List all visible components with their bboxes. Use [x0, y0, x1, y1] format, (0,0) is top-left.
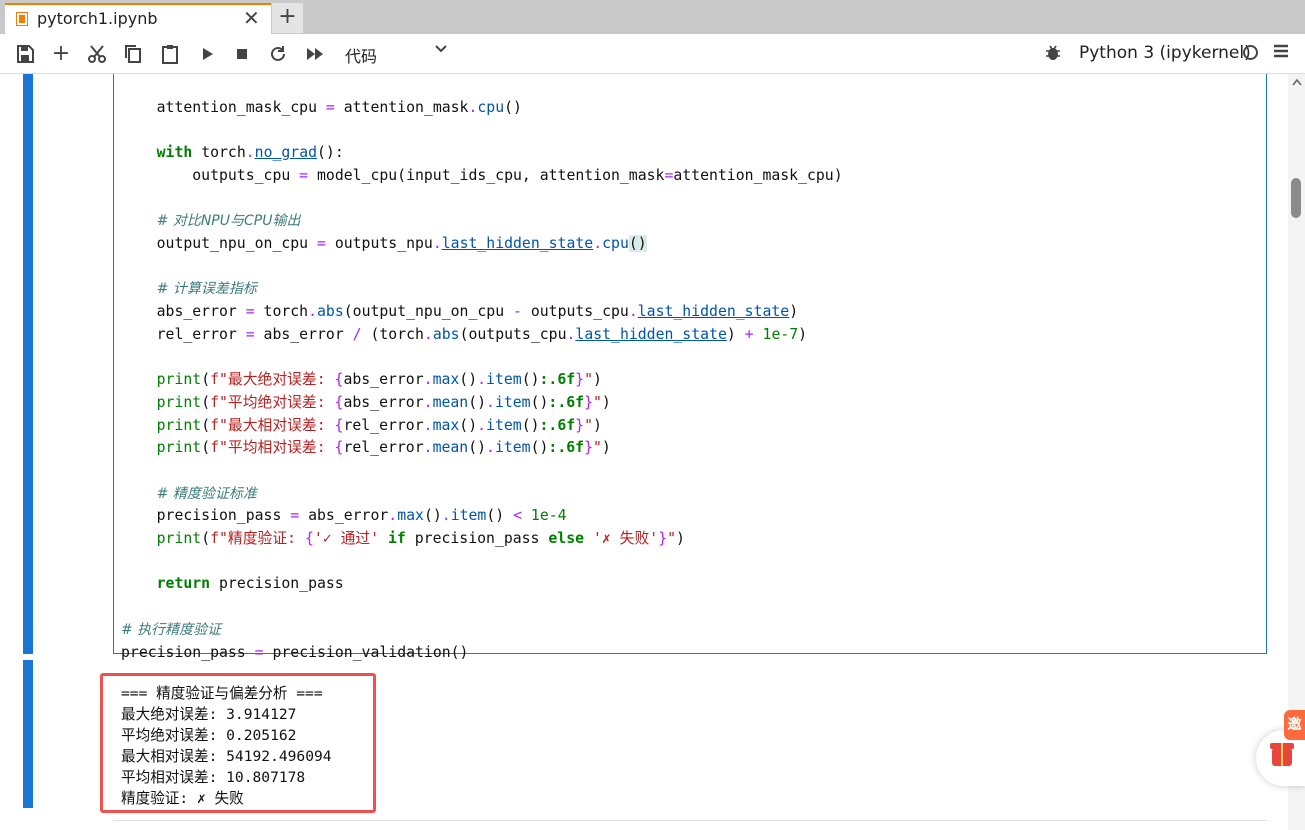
save-icon[interactable] — [14, 43, 36, 65]
output-line: 平均绝对误差: 0.205162 — [121, 727, 297, 744]
output-line: 最大相对误差: 54192.496094 — [121, 748, 332, 765]
notebook-tab[interactable]: pytorch1.ipynb ✕ — [5, 3, 271, 34]
new-tab-button[interactable]: + — [272, 3, 303, 33]
notebook-icon — [16, 12, 28, 26]
menu-icon[interactable] — [1272, 42, 1290, 60]
cell-output: === 精度验证与偏差分析 === 最大绝对误差: 3.914127 平均绝对误… — [121, 683, 332, 809]
notebook-content: attention_mask_cpu = attention_mask.cpu(… — [0, 74, 1288, 830]
cut-icon[interactable] — [86, 43, 108, 65]
chevron-down-icon[interactable] — [434, 42, 448, 56]
scrollbar-thumb[interactable] — [1291, 178, 1301, 218]
restart-icon[interactable] — [267, 43, 289, 65]
run-icon[interactable] — [196, 43, 218, 65]
paste-icon[interactable] — [159, 43, 181, 65]
cell-collapser[interactable] — [23, 74, 33, 654]
output-line: 最大绝对误差: 3.914127 — [121, 706, 297, 723]
kernel-status-icon — [1243, 45, 1258, 60]
scroll-up-icon[interactable] — [1292, 78, 1302, 86]
code-cell-source[interactable]: attention_mask_cpu = attention_mask.cpu(… — [121, 74, 843, 664]
cell-type-select[interactable]: 代码 — [345, 43, 377, 67]
tab-bar: pytorch1.ipynb ✕ + — [0, 0, 1305, 34]
output-collapser[interactable] — [23, 660, 33, 808]
gift-icon[interactable] — [1270, 743, 1294, 766]
tab-title: pytorch1.ipynb — [37, 9, 158, 28]
next-cell[interactable] — [113, 820, 1267, 830]
debugger-bug-icon[interactable] — [1043, 43, 1063, 63]
notebook-toolbar: + 代码 Python 3 (ipykernel) — [0, 34, 1305, 74]
output-line: 精度验证: ✗ 失败 — [121, 790, 244, 807]
kernel-name[interactable]: Python 3 (ipykernel) — [1079, 43, 1251, 63]
add-cell-icon[interactable]: + — [50, 43, 72, 65]
fast-forward-icon[interactable] — [304, 43, 326, 65]
copy-icon[interactable] — [122, 43, 144, 65]
output-line: 平均相对误差: 10.807178 — [121, 769, 306, 786]
stop-icon[interactable] — [231, 43, 253, 65]
close-tab-icon[interactable]: ✕ — [243, 6, 260, 30]
invite-badge[interactable]: 邀 — [1284, 710, 1305, 740]
output-line: === 精度验证与偏差分析 === — [121, 685, 323, 702]
